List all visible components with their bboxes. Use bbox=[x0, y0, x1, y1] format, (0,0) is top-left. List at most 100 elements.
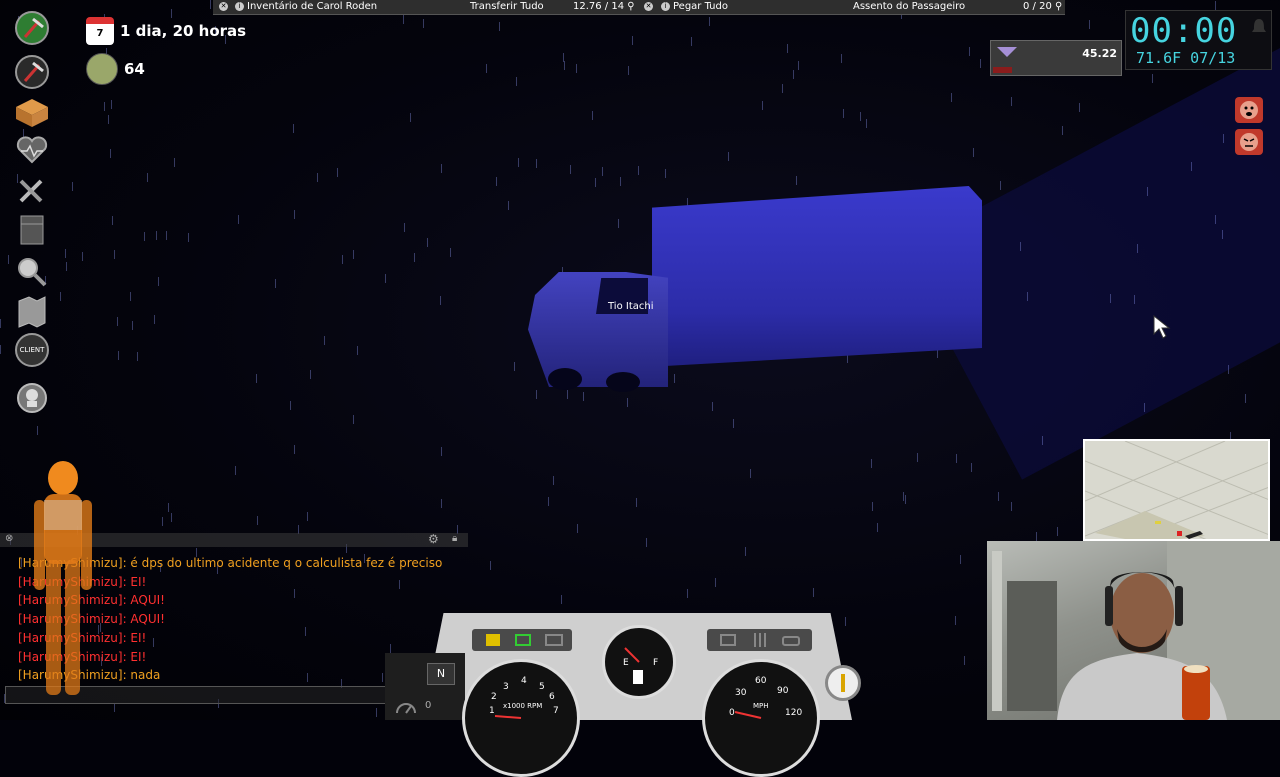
raindrop bbox=[964, 656, 965, 665]
raindrop bbox=[210, 0, 211, 9]
raindrop bbox=[1020, 242, 1021, 251]
raindrop bbox=[307, 512, 308, 521]
raindrop bbox=[595, 178, 596, 187]
map-icon[interactable] bbox=[12, 294, 52, 330]
raindrop bbox=[687, 589, 688, 598]
raindrop bbox=[782, 84, 783, 93]
raindrop bbox=[866, 119, 867, 128]
raindrop bbox=[1011, 502, 1012, 511]
left-inventory-weight: 12.76 / 14 ⚲ bbox=[573, 1, 635, 12]
raindrop bbox=[980, 59, 981, 68]
raindrop bbox=[969, 47, 970, 56]
car-icon bbox=[782, 636, 800, 646]
rpm-gauge: x1000 RPM 1 2 3 4 5 6 7 bbox=[462, 659, 580, 777]
raindrop bbox=[712, 402, 713, 411]
search-magnifier-icon[interactable] bbox=[12, 254, 52, 290]
raindrop bbox=[798, 61, 799, 70]
health-heart-icon[interactable] bbox=[12, 132, 52, 168]
furniture-icon[interactable] bbox=[12, 212, 52, 248]
raindrop bbox=[745, 547, 746, 556]
raindrop bbox=[118, 351, 119, 360]
raindrop bbox=[112, 216, 113, 225]
info-icon[interactable]: i bbox=[235, 1, 244, 11]
crafting-hammer-icon[interactable] bbox=[12, 172, 52, 208]
raindrop bbox=[132, 321, 133, 330]
chat-close-icon[interactable]: ⊗ bbox=[5, 533, 13, 544]
raindrop bbox=[337, 168, 338, 177]
zombie-settings-icon[interactable] bbox=[12, 380, 52, 416]
raindrop bbox=[636, 498, 637, 507]
inventory-box-icon[interactable] bbox=[12, 94, 52, 130]
raindrop bbox=[1062, 126, 1063, 135]
raindrop bbox=[536, 159, 537, 168]
raindrop bbox=[1147, 187, 1148, 196]
info-icon[interactable]: i bbox=[661, 1, 670, 11]
chat-settings-gear-icon[interactable]: ⚙ bbox=[428, 532, 439, 546]
headlight-icon bbox=[720, 634, 736, 646]
raindrop bbox=[423, 19, 424, 28]
raindrop bbox=[1089, 20, 1090, 29]
alarm-bell-icon bbox=[1252, 19, 1266, 32]
chat-text: : AQUI! bbox=[122, 612, 165, 627]
raindrop bbox=[570, 165, 571, 174]
raindrop bbox=[709, 17, 710, 26]
raindrop bbox=[1222, 230, 1223, 239]
moodle-stress-icon[interactable] bbox=[1235, 129, 1263, 155]
clock-temperature-date: 71.6F 07/13 bbox=[1136, 49, 1236, 67]
raindrop bbox=[518, 158, 519, 167]
raindrop bbox=[490, 561, 491, 570]
ignition-key-button[interactable] bbox=[825, 665, 861, 701]
raindrop bbox=[496, 177, 497, 186]
raindrop bbox=[1027, 292, 1028, 301]
raindrop bbox=[294, 210, 295, 219]
right-inventory-title: Assento do Passageiro bbox=[853, 1, 966, 12]
raindrop bbox=[793, 70, 794, 79]
raindrop bbox=[951, 93, 952, 102]
raindrop bbox=[130, 292, 131, 301]
right-inventory-weight: 0 / 20 ⚲ bbox=[1023, 1, 1063, 12]
raindrop bbox=[1215, 1, 1216, 10]
speedometer-small-icon bbox=[396, 703, 416, 714]
npc-name-label: Tio Itachi bbox=[608, 301, 654, 312]
raindrop bbox=[37, 426, 38, 435]
raindrop bbox=[903, 492, 904, 501]
raindrop bbox=[905, 495, 906, 504]
raindrop bbox=[65, 249, 66, 258]
raindrop bbox=[877, 523, 878, 532]
raindrop bbox=[82, 252, 83, 261]
raindrop bbox=[235, 466, 236, 475]
truck-wheel-front bbox=[548, 368, 582, 390]
fuel-pump-icon bbox=[633, 670, 643, 684]
secondary-weapon-icon[interactable] bbox=[12, 54, 52, 90]
chat-lock-icon[interactable]: 🔒︎ bbox=[452, 533, 457, 544]
primary-weapon-icon[interactable] bbox=[12, 10, 52, 46]
raindrop bbox=[1223, 134, 1224, 143]
raindrop bbox=[414, 253, 415, 262]
inventory-top-bar: ✕ i Inventário de Carol Roden Transferir … bbox=[213, 0, 1065, 15]
raindrop bbox=[403, 15, 404, 24]
raindrop bbox=[1036, 532, 1037, 541]
speed-small-value: 0 bbox=[425, 700, 432, 711]
transfer-all-button[interactable]: Transferir Tudo bbox=[470, 1, 544, 12]
speedometer-gauge: MPH 0 30 60 90 120 bbox=[702, 659, 820, 777]
raindrop bbox=[674, 374, 675, 383]
chat-text: : nada bbox=[122, 668, 161, 683]
minimap[interactable] bbox=[1083, 439, 1270, 541]
raindrop bbox=[998, 492, 999, 501]
raindrop bbox=[762, 101, 763, 110]
close-left-inventory-icon[interactable]: ✕ bbox=[219, 1, 231, 12]
raindrop bbox=[0, 319, 1, 328]
zombie-kills: 64 bbox=[86, 53, 145, 85]
clock-time: 00:00 bbox=[1130, 11, 1238, 51]
player-body-avatar[interactable] bbox=[30, 460, 96, 700]
close-right-inventory-icon[interactable]: ✕ bbox=[644, 1, 656, 12]
raindrop bbox=[1191, 162, 1192, 171]
weight-bar bbox=[993, 67, 1012, 73]
raindrop bbox=[342, 255, 343, 264]
take-all-button[interactable]: i Pegar Tudo bbox=[661, 1, 728, 12]
client-icon[interactable]: CLIENT bbox=[12, 332, 52, 368]
raindrop bbox=[627, 398, 628, 407]
raindrop bbox=[813, 588, 814, 597]
raindrop bbox=[117, 317, 118, 326]
moodle-panic-icon[interactable] bbox=[1235, 97, 1263, 123]
